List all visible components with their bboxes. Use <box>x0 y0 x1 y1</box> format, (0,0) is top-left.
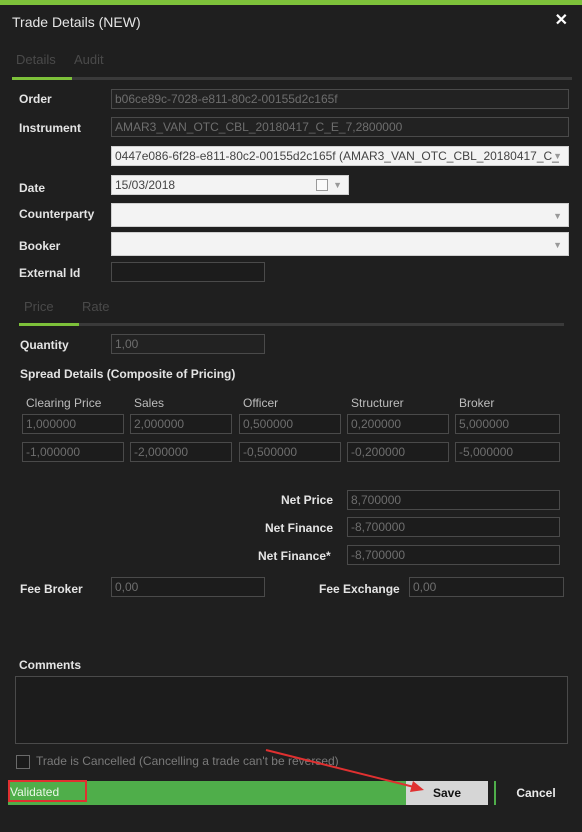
net-price-label: Net Price <box>281 493 334 507</box>
net-finance-star-field: -8,700000 <box>347 545 560 565</box>
broker-row1: 5,000000 <box>455 414 560 434</box>
column-broker: Broker <box>459 396 495 410</box>
tab-price[interactable]: Price <box>24 299 54 314</box>
tab-divider <box>12 77 572 80</box>
net-finance-field: -8,700000 <box>347 517 560 537</box>
counterparty-select[interactable]: ▼ <box>111 203 569 227</box>
instrument-label: Instrument <box>19 121 82 135</box>
chevron-down-icon: ▼ <box>553 211 562 221</box>
tab-details[interactable]: Details <box>16 52 56 67</box>
tab-audit[interactable]: Audit <box>74 52 104 67</box>
column-clearing-price: Clearing Price <box>26 396 102 410</box>
column-structurer: Structurer <box>351 396 404 410</box>
dialog-title: Trade Details (NEW) <box>12 14 141 30</box>
counterparty-label: Counterparty <box>19 207 95 221</box>
trade-details-dialog: Trade Details (NEW) ✕ Details Audit Orde… <box>0 0 582 832</box>
booker-select[interactable]: ▼ <box>111 232 569 256</box>
sales-row1: 2,000000 <box>130 414 232 434</box>
broker-row2: -5,000000 <box>455 442 560 462</box>
chevron-down-icon: ▼ <box>553 240 562 250</box>
quantity-label: Quantity <box>20 338 69 352</box>
fee-exchange-label: Fee Exchange <box>319 582 400 596</box>
date-value: 15/03/2018 <box>115 178 176 192</box>
net-finance-label: Net Finance <box>265 521 334 535</box>
date-picker[interactable]: 15/03/2018 ▼ <box>111 175 349 195</box>
officer-row1: 0,500000 <box>239 414 341 434</box>
chevron-down-icon[interactable]: ▼ <box>333 176 342 194</box>
net-price-field: 8,700000 <box>347 490 560 510</box>
spread-details-title: Spread Details (Composite of Pricing) <box>20 367 236 381</box>
close-icon[interactable]: ✕ <box>555 10 568 30</box>
subtab-active-indicator <box>19 323 79 326</box>
trade-cancelled-label: Trade is Cancelled (Cancelling a trade c… <box>36 754 339 768</box>
officer-row2: -0,500000 <box>239 442 341 462</box>
comments-textarea[interactable] <box>15 676 568 744</box>
sales-row2: -2,000000 <box>130 442 232 462</box>
tab-active-indicator <box>12 77 72 80</box>
order-label: Order <box>19 92 52 106</box>
clearing-price-row1: 1,000000 <box>22 414 124 434</box>
external-id-input[interactable] <box>111 262 265 282</box>
status-highlight <box>8 780 87 802</box>
date-label: Date <box>19 181 46 195</box>
chevron-down-icon: ▼ <box>553 151 562 161</box>
order-field: b06ce89c-7028-e811-80c2-00155d2c165f <box>111 89 569 109</box>
external-id-label: External Id <box>19 266 81 280</box>
net-finance-star-label: Net Finance* <box>258 549 331 563</box>
comments-label: Comments <box>19 658 82 672</box>
clearing-price-row2: -1,000000 <box>22 442 124 462</box>
trade-cancelled-checkbox[interactable] <box>16 755 30 769</box>
structurer-row2: -0,200000 <box>347 442 449 462</box>
calendar-icon[interactable] <box>316 179 328 191</box>
fee-exchange-field[interactable]: 0,00 <box>409 577 564 597</box>
structurer-row1: 0,200000 <box>347 414 449 434</box>
fee-broker-field[interactable]: 0,00 <box>111 577 265 597</box>
accent-bar <box>0 0 582 5</box>
quantity-field: 1,00 <box>111 334 265 354</box>
instrument-select-value: 0447e086-6f28-e811-80c2-00155d2c165f (AM… <box>115 149 559 163</box>
subtab-divider <box>19 323 564 326</box>
instrument-select[interactable]: 0447e086-6f28-e811-80c2-00155d2c165f (AM… <box>111 146 569 166</box>
fee-broker-label: Fee Broker <box>20 582 83 596</box>
column-officer: Officer <box>243 396 279 410</box>
instrument-field: AMAR3_VAN_OTC_CBL_20180417_C_E_7,2800000 <box>111 117 569 137</box>
tab-rate[interactable]: Rate <box>82 299 109 314</box>
booker-label: Booker <box>19 239 61 253</box>
save-button[interactable]: Save <box>406 781 488 805</box>
cancel-button[interactable]: Cancel <box>494 781 576 805</box>
column-sales: Sales <box>134 396 165 410</box>
